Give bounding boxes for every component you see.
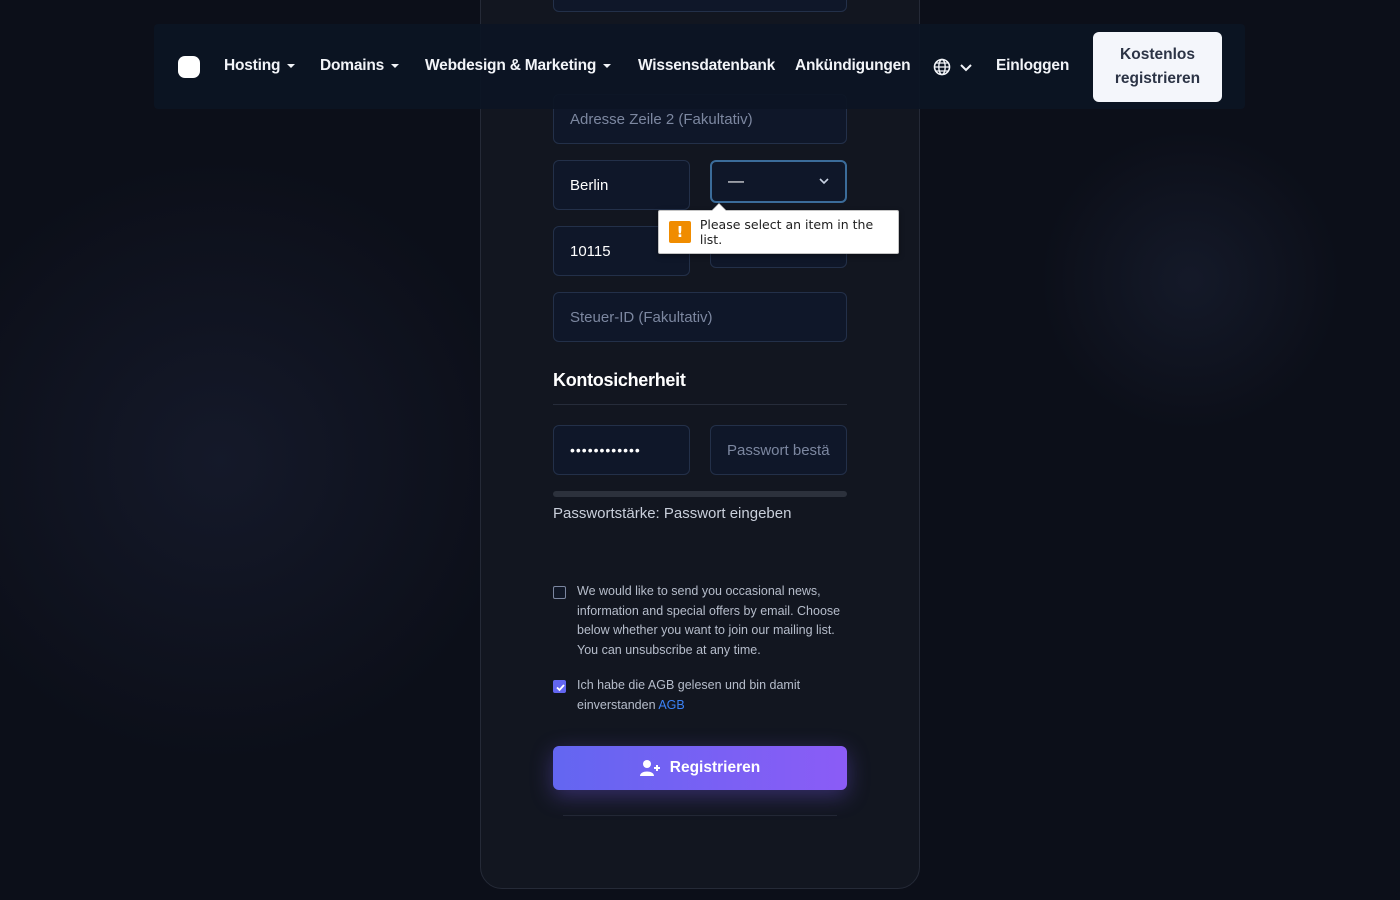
agb-link[interactable]: AGB bbox=[658, 698, 684, 712]
city-field[interactable]: Berlin bbox=[553, 160, 690, 210]
password-strength-text: Passwortstärke: Passwort eingeben bbox=[553, 505, 792, 522]
nav-domains[interactable]: Domains bbox=[320, 57, 400, 75]
nav-knowledgebase[interactable]: Wissensdatenbank bbox=[638, 57, 775, 75]
agb-label: Ich habe die AGB gelesen und bin damit e… bbox=[577, 676, 842, 715]
login-label: Einloggen bbox=[996, 57, 1070, 74]
password-field[interactable]: •••••••••••• bbox=[553, 425, 690, 475]
chevron-down-icon bbox=[960, 64, 972, 72]
register-submit-label: Registrieren bbox=[669, 759, 761, 776]
language-selector[interactable] bbox=[933, 58, 974, 76]
checkmark-icon bbox=[556, 684, 565, 692]
agb-label-text: Ich habe die AGB gelesen und bin damit e… bbox=[577, 678, 801, 712]
divider bbox=[563, 815, 837, 816]
password-confirm-field[interactable]: Passwort bestä bbox=[710, 425, 847, 475]
validation-tooltip: ! Please select an item in the list. bbox=[658, 203, 899, 254]
newsletter-label: We would like to send you occasional new… bbox=[577, 584, 841, 658]
divider bbox=[553, 404, 847, 405]
nav-webdesign-marketing[interactable]: Webdesign & Marketing bbox=[425, 57, 612, 75]
login-link[interactable]: Einloggen bbox=[996, 57, 1069, 75]
user-plus-icon bbox=[639, 760, 660, 776]
free-register-button[interactable]: Kostenlos registrieren bbox=[1093, 32, 1222, 102]
agb-checkbox[interactable] bbox=[553, 680, 566, 693]
caret-down-icon bbox=[603, 64, 612, 68]
partial-field-top[interactable] bbox=[553, 0, 847, 12]
free-register-label: Kostenlos registrieren bbox=[1114, 46, 1201, 87]
tax-id-field[interactable]: Steuer-ID (Fakultativ) bbox=[553, 292, 847, 342]
validation-tooltip-text: Please select an item in the list. bbox=[699, 217, 874, 247]
state-select-value: — bbox=[728, 172, 744, 190]
caret-down-icon bbox=[391, 64, 400, 68]
nav-webdesign-label: Webdesign & Marketing bbox=[425, 57, 597, 74]
chevron-down-icon bbox=[819, 178, 829, 185]
nav-announcements-label: Ankündigungen bbox=[795, 57, 911, 74]
newsletter-checkbox[interactable] bbox=[553, 586, 566, 599]
register-submit-button[interactable]: Registrieren bbox=[553, 746, 847, 790]
nav-domains-label: Domains bbox=[320, 57, 385, 74]
caret-down-icon bbox=[287, 64, 296, 68]
state-select[interactable]: — bbox=[710, 160, 847, 203]
nav-hosting[interactable]: Hosting bbox=[224, 57, 296, 75]
password-strength-bar bbox=[553, 491, 847, 497]
nav-knowledgebase-label: Wissensdatenbank bbox=[638, 57, 776, 74]
logo[interactable] bbox=[178, 56, 200, 78]
globe-icon bbox=[933, 58, 951, 76]
nav-hosting-label: Hosting bbox=[224, 57, 281, 74]
nav-announcements[interactable]: Ankündigungen bbox=[795, 57, 911, 75]
warning-icon: ! bbox=[669, 221, 691, 243]
account-security-heading: Kontosicherheit bbox=[553, 370, 686, 390]
